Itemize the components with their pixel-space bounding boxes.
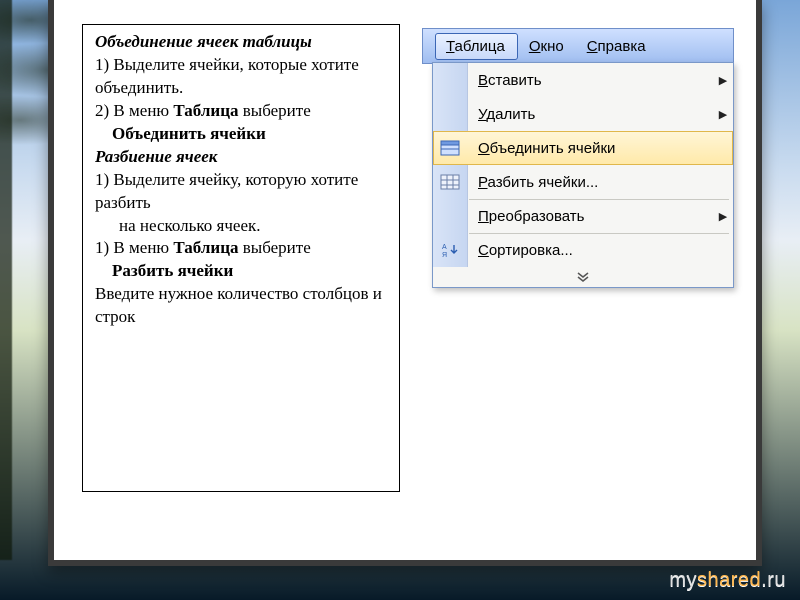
slide-content: Объединение ячеек таблицы 1) Выделите яч…	[72, 18, 738, 542]
split-step-1: 1) Выделите ячейку, которую хотите разби…	[95, 169, 389, 215]
menu-item-сортировка[interactable]: АЯСортировка...	[433, 233, 733, 267]
menubar-item-таблица[interactable]: Таблица	[435, 33, 518, 60]
menu-item-преобразовать[interactable]: Преобразовать▶	[433, 199, 733, 233]
menu-expand-button[interactable]	[433, 267, 733, 287]
heading-split: Разбиение ячеек	[95, 146, 389, 169]
menu-item-label: Удалить	[468, 106, 713, 123]
watermark: myshared.ru	[669, 569, 786, 592]
slide-frame: Объединение ячеек таблицы 1) Выделите яч…	[48, 0, 762, 566]
menu-item-label: Объединить ячейки	[468, 140, 713, 157]
svg-text:Я: Я	[442, 252, 447, 258]
menu-item-label: Сортировка...	[468, 242, 713, 259]
menu-icon-empty	[433, 97, 468, 131]
split-step-2: 1) В меню Таблица выберите Разбить ячейк…	[95, 237, 389, 283]
merge-icon	[433, 131, 468, 165]
table-menu-dropdown: Вставить▶Удалить▶Объединить ячейкиРазбит…	[432, 62, 734, 288]
menu-item-объединить-ячейки[interactable]: Объединить ячейки	[433, 131, 733, 165]
submenu-arrow-icon: ▶	[713, 210, 733, 223]
menu-item-label: Разбить ячейки...	[468, 174, 713, 191]
tail-text: Введите нужное количество столбцов и стр…	[95, 283, 389, 329]
instruction-textbox: Объединение ячеек таблицы 1) Выделите яч…	[82, 24, 400, 492]
menu-item-вставить[interactable]: Вставить▶	[433, 63, 733, 97]
submenu-arrow-icon: ▶	[713, 108, 733, 121]
menu-item-label: Вставить	[468, 72, 713, 89]
menu-item-разбить-ячейки[interactable]: Разбить ячейки...	[433, 165, 733, 199]
slide-background: Объединение ячеек таблицы 1) Выделите яч…	[0, 0, 800, 600]
app-menubar: ТаблицаОкноСправка	[422, 28, 734, 64]
menu-icon-empty	[433, 63, 468, 97]
submenu-arrow-icon: ▶	[713, 74, 733, 87]
merge-step-1: 1) Выделите ячейки, которые хотите объед…	[95, 54, 389, 100]
split-step-1b: на несколько ячеек.	[95, 215, 389, 238]
merge-step-2: 2) В меню Таблица выберите Объединить яч…	[95, 100, 389, 146]
sort-icon: АЯ	[433, 233, 468, 267]
heading-merge: Объединение ячеек таблицы	[95, 31, 389, 54]
split-icon	[433, 165, 468, 199]
menu-item-удалить[interactable]: Удалить▶	[433, 97, 733, 131]
menubar-item-справка[interactable]: Справка	[576, 34, 658, 59]
menu-icon-empty	[433, 199, 468, 233]
menu-item-label: Преобразовать	[468, 208, 713, 225]
svg-text:А: А	[442, 244, 447, 251]
menubar-item-окно[interactable]: Окно	[518, 34, 576, 59]
